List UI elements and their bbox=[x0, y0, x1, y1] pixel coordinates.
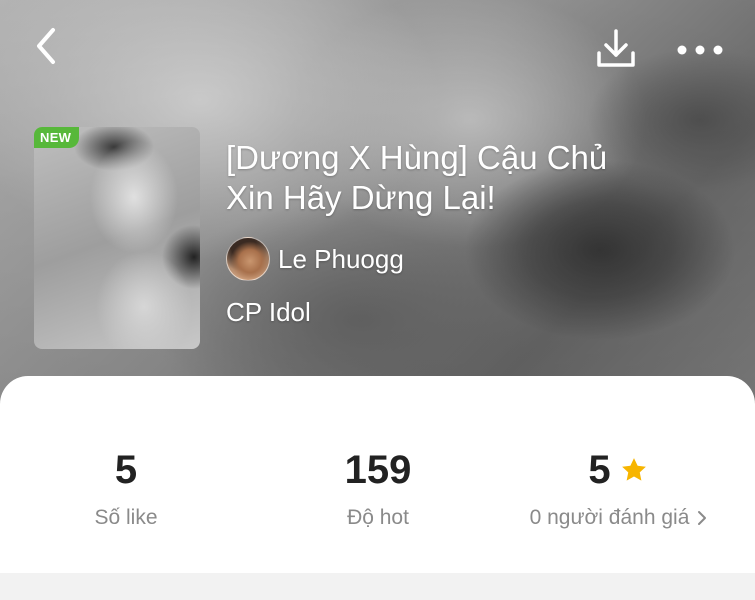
hot-stat: 159 Độ hot bbox=[252, 446, 504, 530]
section-divider bbox=[0, 573, 755, 600]
more-options-button[interactable] bbox=[670, 28, 730, 72]
author-link[interactable]: Le Phuogg bbox=[226, 237, 404, 281]
download-button[interactable] bbox=[588, 24, 644, 74]
new-badge: NEW bbox=[34, 127, 80, 148]
stats-card: 5 Số like 159 Độ hot 5 0 người đánh giá bbox=[0, 376, 755, 573]
book-title-line-2: Xin Hãy Dừng Lại! bbox=[226, 179, 496, 216]
more-horizontal-icon bbox=[677, 45, 723, 55]
likes-value: 5 bbox=[114, 448, 138, 492]
book-title-line-1: [Dương X Hùng] Cậu Chủ bbox=[226, 139, 608, 176]
chevron-right-icon bbox=[698, 511, 707, 525]
hot-label: Độ hot bbox=[347, 506, 409, 529]
back-button[interactable] bbox=[24, 24, 68, 68]
likes-label: Số like bbox=[94, 506, 158, 529]
rating-value-row: 5 bbox=[588, 446, 648, 494]
download-icon bbox=[597, 29, 635, 67]
author-avatar bbox=[226, 237, 270, 281]
book-title: [Dương X Hùng] Cậu Chủ Xin Hãy Dừng Lại! bbox=[226, 138, 696, 218]
star-icon bbox=[619, 455, 649, 485]
book-cover[interactable]: NEW bbox=[34, 127, 200, 349]
rating-label: 0 người đánh giá bbox=[529, 506, 690, 529]
author-name: Le Phuogg bbox=[278, 243, 404, 274]
rating-stat[interactable]: 5 0 người đánh giá bbox=[482, 446, 755, 530]
rating-value: 5 bbox=[588, 448, 611, 492]
rating-label-row: 0 người đánh giá bbox=[530, 506, 708, 530]
book-category[interactable]: CP Idol bbox=[226, 297, 311, 328]
chevron-left-icon bbox=[37, 28, 55, 64]
hot-value: 159 bbox=[344, 448, 412, 492]
likes-stat: 5 Số like bbox=[0, 446, 252, 530]
